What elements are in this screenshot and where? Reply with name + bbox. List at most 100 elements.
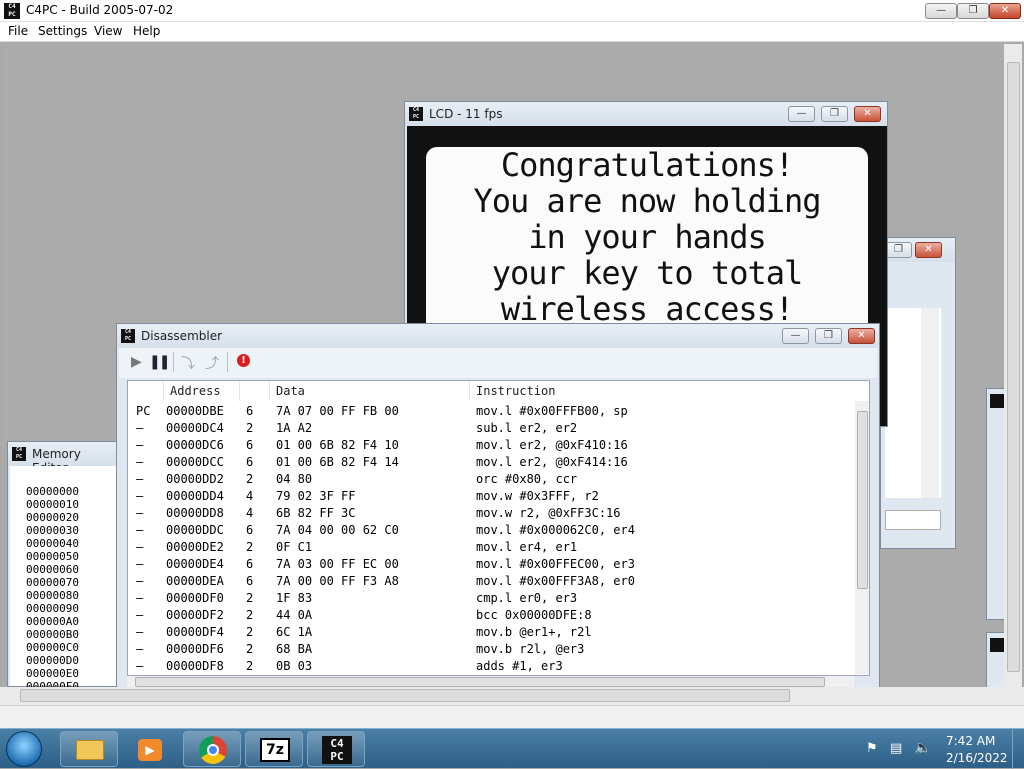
- scrollbar-thumb[interactable]: [857, 411, 868, 589]
- row-address: 00000DE4: [166, 557, 224, 571]
- disassembly-row[interactable]: – 00000DD2 2 04 80 orc #0x80, ccr: [128, 471, 868, 488]
- background-window-scrollbar[interactable]: [921, 308, 939, 498]
- network-icon[interactable]: ▤: [890, 741, 902, 756]
- breakpoint-icon[interactable]: !: [237, 354, 250, 367]
- column-header-length[interactable]: [240, 381, 270, 401]
- row-len: 2: [246, 421, 254, 435]
- lcd-minimize-button[interactable]: —: [788, 106, 815, 122]
- disassembly-row[interactable]: – 00000DF6 2 68 BA mov.b r2l, @er3: [128, 641, 868, 658]
- row-len: 6: [246, 455, 254, 469]
- disassembly-row[interactable]: – 00000DDC 6 7A 04 00 00 62 C0 mov.l #0x0000…: [128, 522, 868, 539]
- 7zip-icon: 7z: [260, 738, 290, 762]
- row-len: 6: [246, 557, 254, 571]
- menu-view[interactable]: View: [94, 24, 122, 38]
- taskbar-7zip[interactable]: 7z: [245, 731, 303, 767]
- row-address: 00000DC6: [166, 438, 224, 452]
- start-button[interactable]: [6, 731, 42, 767]
- background-window-maximize-button[interactable]: ❐: [885, 242, 912, 258]
- memory-address: 00000020: [26, 511, 79, 524]
- disassembler-close-button[interactable]: ✕: [848, 328, 875, 344]
- run-icon[interactable]: ▶: [131, 354, 142, 370]
- close-button[interactable]: ✕: [989, 3, 1021, 19]
- row-len: 2: [246, 642, 254, 656]
- scrollbar-thumb[interactable]: [1007, 62, 1020, 672]
- clock-date[interactable]: 2/16/2022: [946, 751, 1008, 765]
- menu-bar: File Settings View Help: [0, 22, 1024, 42]
- taskbar-media-player[interactable]: ▶: [121, 731, 179, 767]
- action-center-icon[interactable]: ⚑: [866, 741, 878, 756]
- disassembly-list[interactable]: Address Data Instruction PC 00000DBE 6 7A 0…: [127, 380, 870, 676]
- minimize-button[interactable]: —: [925, 3, 957, 19]
- scrollbar-thumb[interactable]: [20, 689, 790, 702]
- disassembly-row[interactable]: – 00000DCC 6 01 00 6B 82 F4 14 mov.l er2, @0…: [128, 454, 868, 471]
- taskbar-chrome[interactable]: [183, 731, 241, 767]
- disassembly-row[interactable]: – 00000DC4 2 1A A2 sub.l er2, er2: [128, 420, 868, 437]
- background-window-input[interactable]: [885, 510, 941, 530]
- disassembly-row[interactable]: – 00000DE4 6 7A 03 00 FF EC 00 mov.l #0x00FF…: [128, 556, 868, 573]
- disassembly-row[interactable]: – 00000DF4 2 6C 1A mov.b @er1+, r2l: [128, 624, 868, 641]
- row-mark: PC: [136, 404, 151, 418]
- c4pc-app-icon: C4 PC: [4, 3, 20, 19]
- lcd-line: in your hands: [528, 218, 766, 256]
- disassembly-row[interactable]: – 00000DF2 2 44 0A bcc 0x00000DFE:8: [128, 607, 868, 624]
- row-mark: –: [136, 506, 144, 520]
- row-len: 4: [246, 489, 254, 503]
- column-header-instruction[interactable]: Instruction: [470, 381, 855, 401]
- lcd-line: You are now holding: [473, 182, 821, 220]
- row-address: 00000DD2: [166, 472, 224, 486]
- disassembly-row[interactable]: – 00000DF0 2 1F 83 cmp.l er0, er3: [128, 590, 868, 607]
- row-mark: –: [136, 438, 144, 452]
- step-over-icon[interactable]: ⤴: [205, 353, 219, 373]
- pause-icon[interactable]: ❚❚: [149, 354, 171, 370]
- background-window-close-button[interactable]: ✕: [915, 242, 942, 258]
- row-instruction: mov.w r2, @0xFF3C:16: [476, 506, 621, 520]
- menu-help[interactable]: Help: [133, 24, 160, 38]
- memory-address: 00000090: [26, 602, 79, 615]
- memory-address: 00000010: [26, 498, 79, 511]
- memory-address: 00000000: [26, 485, 79, 498]
- disassembly-row[interactable]: PC 00000DBE 6 7A 07 00 FF FB 00 mov.l #0x00F…: [128, 403, 868, 420]
- lcd-maximize-button[interactable]: ❐: [821, 106, 848, 122]
- row-instruction: mov.w #0x3FFF, r2: [476, 489, 599, 503]
- main-horizontal-scrollbar[interactable]: [0, 687, 1024, 705]
- scrollbar-thumb[interactable]: [135, 677, 825, 687]
- clock-time[interactable]: 7:42 AM: [946, 734, 995, 748]
- menu-file[interactable]: File: [8, 24, 28, 38]
- disassembly-vertical-scrollbar[interactable]: [855, 401, 869, 674]
- c4pc-icon: C4 PC: [409, 107, 423, 121]
- disassembler-minimize-button[interactable]: —: [782, 328, 809, 344]
- disassembly-row[interactable]: – 00000DC6 6 01 00 6B 82 F4 10 mov.l er2, @0…: [128, 437, 868, 454]
- disassembly-row[interactable]: – 00000DD8 4 6B 82 FF 3C mov.w r2, @0xFF3C:1…: [128, 505, 868, 522]
- lcd-line: your key to total: [491, 254, 804, 292]
- disassembly-row[interactable]: – 00000DE2 2 0F C1 mov.l er4, er1: [128, 539, 868, 556]
- memory-address: 00000050: [26, 550, 79, 563]
- disassembly-row[interactable]: – 00000DF8 2 0B 03 adds #1, er3: [128, 658, 868, 675]
- row-len: 4: [246, 506, 254, 520]
- taskbar-explorer[interactable]: [60, 731, 118, 767]
- media-player-icon: ▶: [138, 739, 162, 761]
- row-data: 04 80: [276, 472, 313, 486]
- row-mark: –: [136, 625, 144, 639]
- step-into-icon[interactable]: ⤵: [181, 353, 195, 373]
- disassembler-maximize-button[interactable]: ❐: [815, 328, 842, 344]
- disassembly-row[interactable]: – 00000DEA 6 7A 00 00 FF F3 A8 mov.l #0x00FF…: [128, 573, 868, 590]
- right-edge-window-icon: [990, 394, 1004, 408]
- column-header-address[interactable]: Address: [164, 381, 240, 401]
- row-address: 00000DBE: [166, 404, 224, 418]
- taskbar: ▶ 7z C4 PC ⚑ ▤ 🔈 7:42 AM 2/16/2022: [0, 728, 1024, 769]
- column-header-data[interactable]: Data: [270, 381, 470, 401]
- lcd-close-button[interactable]: ✕: [854, 106, 881, 122]
- taskbar-c4pc[interactable]: C4 PC: [307, 731, 365, 767]
- row-len: 2: [246, 591, 254, 605]
- menu-settings[interactable]: Settings: [38, 24, 87, 38]
- row-address: 00000DEA: [166, 574, 224, 588]
- show-desktop-button[interactable]: [1012, 729, 1024, 769]
- main-vertical-scrollbar[interactable]: [1004, 44, 1022, 687]
- lcd-line: wireless access!: [500, 290, 794, 328]
- maximize-button[interactable]: ❐: [957, 3, 989, 19]
- column-header-mark[interactable]: [128, 381, 164, 401]
- volume-icon[interactable]: 🔈: [914, 740, 931, 756]
- disassembly-row[interactable]: – 00000DD4 4 79 02 3F FF mov.w #0x3FFF, r2: [128, 488, 868, 505]
- row-instruction: orc #0x80, ccr: [476, 472, 578, 486]
- status-bar: [0, 705, 1024, 728]
